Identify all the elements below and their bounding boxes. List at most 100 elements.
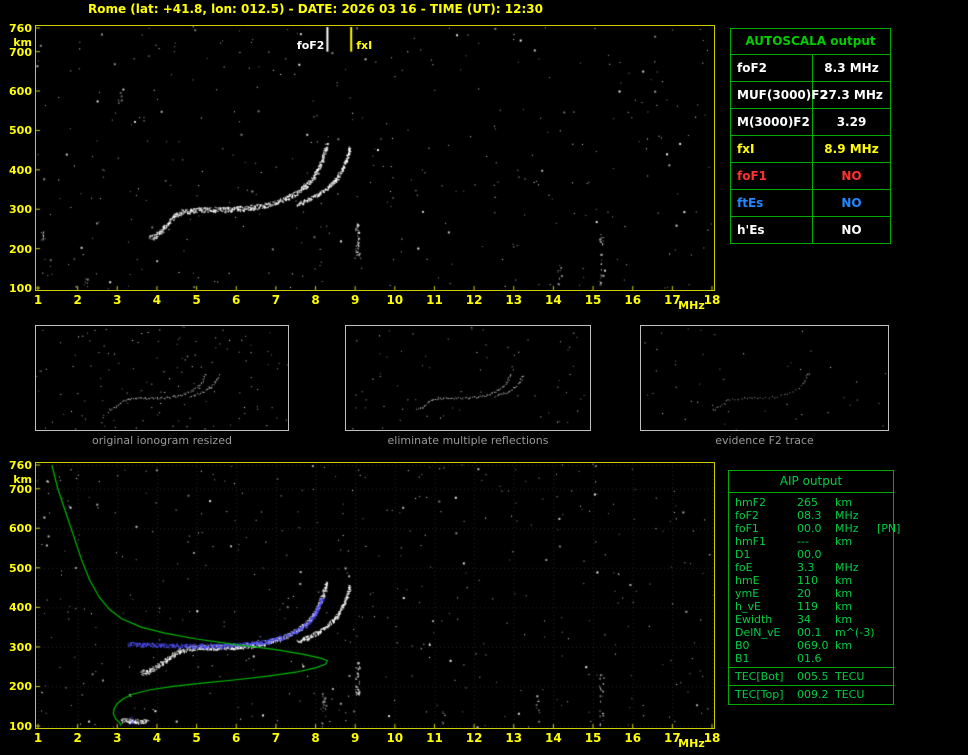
metric-unit: MHz [835, 561, 859, 574]
metric-flag [877, 574, 893, 587]
x-tick-label: 4 [152, 293, 162, 307]
x-tick-label: 8 [311, 731, 320, 745]
x-tick-label: 9 [350, 731, 360, 745]
metric-value: NO [841, 169, 862, 183]
metric-label: M(3000)F2 [731, 109, 813, 135]
metric-value: NO [841, 196, 862, 210]
y-tick-label: 400 [9, 163, 32, 177]
thumbnail-original-ionogram [35, 325, 289, 431]
metric-value: 005.5 [797, 670, 829, 683]
metric-flag [877, 509, 893, 522]
x-tick-label: 13 [505, 731, 523, 745]
ionogram-canvas-bottom [36, 463, 714, 728]
metric-label: MUF(3000)F2 [731, 82, 828, 108]
y-tick-label: 600 [9, 522, 32, 536]
aip-table-rows: hmF2 265 km foF2 08.3 MHz foF1 00.0 MHz [PN] hmF1 -… [729, 496, 900, 665]
x-tick-label: 7 [271, 293, 281, 307]
fof2-marker-label: foF2 [296, 39, 325, 52]
ionogram-panel-aip [35, 462, 715, 729]
aip-table-separator [729, 685, 893, 686]
table-row: ymE 20 km [729, 587, 893, 600]
y-tick-label: 600 [9, 85, 32, 99]
aip-table: AIP output hmF2 265 km foF2 08.3 MHz foF1 00.0 M… [728, 470, 900, 705]
table-row: TEC[Bot] 005.5 TECU [729, 670, 893, 683]
aip-table-separator [729, 667, 893, 668]
metric-value: 110 [797, 574, 818, 587]
table-row: foE 3.3 MHz [729, 561, 893, 574]
metric-unit: km [835, 639, 853, 652]
table-row: Ewidth 34 km [729, 613, 893, 626]
table-row: B0 069.0 km [729, 639, 893, 652]
table-row: foF2 08.3 MHz [729, 509, 893, 522]
metric-label: h_vE [735, 600, 761, 613]
metric-value: NO [841, 223, 862, 237]
y-tick-label: 760 [9, 22, 32, 35]
x-tick-label: 6 [232, 731, 241, 745]
table-row: TEC[Top] 009.2 TECU [729, 688, 893, 701]
x-tick-label: 16 [624, 731, 642, 745]
x-tick-label: 5 [192, 293, 201, 307]
station-header: Rome (lat: +41.8, lon: 012.5) - DATE: 20… [88, 2, 543, 16]
metric-value: 009.2 [797, 688, 829, 701]
x-tick-label: 12 [465, 731, 483, 745]
metric-label: Ewidth [735, 613, 773, 626]
metric-label: hmF2 [735, 496, 767, 509]
thumbnail-caption: evidence F2 trace [715, 434, 814, 447]
table-row: hmF2 265 km [729, 496, 893, 509]
thumbnail-f2-trace-evidence [640, 325, 889, 431]
y-tick-label: 200 [9, 242, 32, 256]
metric-value: 00.0 [797, 548, 822, 561]
x-tick-label: 5 [192, 731, 201, 745]
table-row: D1 00.0 [729, 548, 893, 561]
ionogram-report: Rome (lat: +41.8, lon: 012.5) - DATE: 20… [0, 0, 968, 755]
metric-flag [877, 600, 893, 613]
metric-label: foF1 [731, 163, 813, 189]
y-tick-label: 760 [9, 459, 32, 472]
table-row: foF2 8.3 MHz [731, 55, 890, 82]
metric-value: 3.29 [836, 115, 867, 129]
metric-label: hmE [735, 574, 760, 587]
x-tick-label: 4 [152, 731, 162, 745]
metric-unit: km [835, 587, 853, 600]
metric-unit: MHz [835, 522, 859, 535]
thumbnail-canvas-original [36, 326, 288, 430]
metric-label: TEC[Bot] [735, 670, 784, 683]
y-tick-label: 500 [9, 124, 32, 138]
x-tick-label: 2 [73, 293, 82, 307]
x-tick-label: 11 [426, 731, 443, 745]
x-tick-label: 13 [505, 293, 523, 307]
metric-flag [877, 639, 893, 652]
metric-flag [877, 652, 893, 665]
y-axis-unit: km [13, 473, 32, 486]
table-row: fxI 8.9 MHz [731, 136, 890, 163]
table-row: h_vE 119 km [729, 600, 893, 613]
table-row: DelN_vE 00.1 m^(-3) [729, 626, 893, 639]
x-tick-label: 10 [386, 293, 404, 307]
metric-unit: km [835, 535, 853, 548]
x-tick-label: 16 [624, 293, 642, 307]
metric-value: --- [797, 535, 809, 548]
metric-label: ymE [735, 587, 760, 600]
metric-flag [877, 626, 893, 639]
x-tick-label: 1 [33, 293, 43, 307]
thumbnail-canvas-f2trace [641, 326, 888, 430]
metric-unit [835, 652, 877, 665]
metric-flag [877, 587, 893, 600]
thumbnail-caption: original ionogram resized [92, 434, 232, 447]
thumbnail-multiple-reflections-removed [345, 325, 591, 431]
y-tick-label: 500 [9, 561, 32, 575]
metric-label: foF2 [731, 55, 813, 81]
x-tick-label: 12 [465, 293, 483, 307]
x-tick-label: 9 [350, 293, 360, 307]
y-axis-unit: km [13, 36, 32, 49]
table-row: hmE 110 km [729, 574, 893, 587]
table-row: foF1 NO [731, 163, 890, 190]
y-tick-label: 300 [9, 203, 32, 217]
metric-label: B0 [735, 639, 750, 652]
x-axis-unit: MHz [678, 737, 705, 750]
autoscala-table-header: AUTOSCALA output [731, 29, 890, 55]
ionogram-panel-autoscala: foF2 fxI [35, 25, 715, 291]
y-tick-label: 400 [9, 601, 32, 615]
autoscala-table-rows: foF2 8.3 MHz MUF(3000)F2 27.3 MHz M(3000)F2 3… [731, 55, 890, 243]
metric-value: 119 [797, 600, 818, 613]
